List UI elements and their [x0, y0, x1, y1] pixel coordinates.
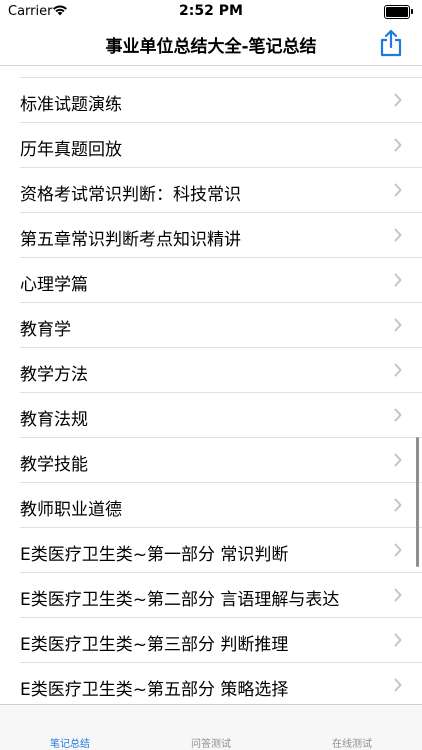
- list-item[interactable]: 教学技能: [20, 438, 422, 483]
- list-item[interactable]: E类医疗卫生类~第二部分 言语理解与表达: [20, 573, 422, 618]
- share-button[interactable]: [378, 28, 404, 58]
- navigation-bar: 事业单位总结大全-笔记总结: [0, 24, 422, 66]
- chevron-right-icon: [394, 138, 402, 152]
- list-item-label: 心理学篇: [20, 275, 88, 295]
- status-time: 2:52 PM: [179, 3, 243, 19]
- chevron-right-icon: [394, 318, 402, 332]
- list-item-label: 教学技能: [20, 455, 88, 475]
- chevron-right-icon: [394, 453, 402, 467]
- tab-bar: 笔记总结 问答测试 在线测试: [0, 704, 422, 750]
- list-item[interactable]: 历年真题回放: [20, 123, 422, 168]
- list-item-label: 教学方法: [20, 365, 88, 385]
- chevron-right-icon: [394, 93, 402, 107]
- chevron-right-icon: [394, 498, 402, 512]
- tab-notes[interactable]: 笔记总结: [0, 735, 140, 750]
- chevron-right-icon: [394, 228, 402, 242]
- list-item[interactable]: 教学方法: [20, 348, 422, 393]
- list-item[interactable]: 标准试题演练: [20, 78, 422, 123]
- chevron-right-icon: [394, 273, 402, 287]
- list-item-label: 教育法规: [20, 410, 88, 430]
- list-item[interactable]: 心理学篇: [20, 258, 422, 303]
- list-item-label: 资格考试常识判断：科技常识: [20, 185, 241, 205]
- tab-online-test[interactable]: 在线测试: [282, 735, 422, 750]
- status-bar: Carrier 2:52 PM: [0, 0, 422, 24]
- list-item[interactable]: E类医疗卫生类~第一部分 常识判断: [20, 528, 422, 573]
- list-item-partial: [20, 66, 422, 78]
- list-item-label: 历年真题回放: [20, 140, 122, 160]
- article-list[interactable]: 标准试题演练 历年真题回放资格考试常识判断：科技常识 第五章常识判断考点知识精讲 心理…: [0, 66, 422, 704]
- list-item[interactable]: 教育学: [20, 303, 422, 348]
- list-item-label: E类医疗卫生类~第五部分 策略选择: [20, 680, 289, 700]
- list-item[interactable]: 第五章常识判断考点知识精讲: [20, 213, 422, 258]
- list-item[interactable]: 资格考试常识判断：科技常识: [20, 168, 422, 213]
- chevron-right-icon: [394, 588, 402, 602]
- app-screen: Carrier 2:52 PM 事业单位总结大全-笔记总结 标准试题演练历年真题…: [0, 0, 422, 750]
- chevron-right-icon: [394, 363, 402, 377]
- tab-qa-test[interactable]: 问答测试: [141, 735, 281, 750]
- chevron-right-icon: [394, 183, 402, 197]
- list-item[interactable]: E类医疗卫生类~第五部分 策略选择: [20, 663, 422, 704]
- page-title: 事业单位总结大全-笔记总结: [105, 37, 317, 57]
- list-item[interactable]: E类医疗卫生类~第三部分 判断推理: [20, 618, 422, 663]
- list-item-label: 教师职业道德: [20, 500, 122, 520]
- list-item-label: 第五章常识判断考点知识精讲: [20, 230, 241, 250]
- scroll-indicator[interactable]: [416, 437, 419, 567]
- list-item-label: 标准试题演练: [20, 95, 122, 115]
- battery-icon: [384, 5, 413, 19]
- list-item-label: E类医疗卫生类~第三部分 判断推理: [20, 635, 289, 655]
- chevron-right-icon: [394, 543, 402, 557]
- chevron-right-icon: [394, 633, 402, 647]
- chevron-right-icon: [394, 408, 402, 422]
- list-item[interactable]: 教育法规: [20, 393, 422, 438]
- chevron-right-icon: [394, 678, 402, 692]
- list-item-label: 教育学: [20, 320, 71, 340]
- list-item-label: E类医疗卫生类~第二部分 言语理解与表达: [20, 590, 340, 610]
- share-icon: [380, 29, 402, 57]
- list-item[interactable]: 教师职业道德: [20, 483, 422, 528]
- list-item-label: E类医疗卫生类~第一部分 常识判断: [20, 545, 289, 565]
